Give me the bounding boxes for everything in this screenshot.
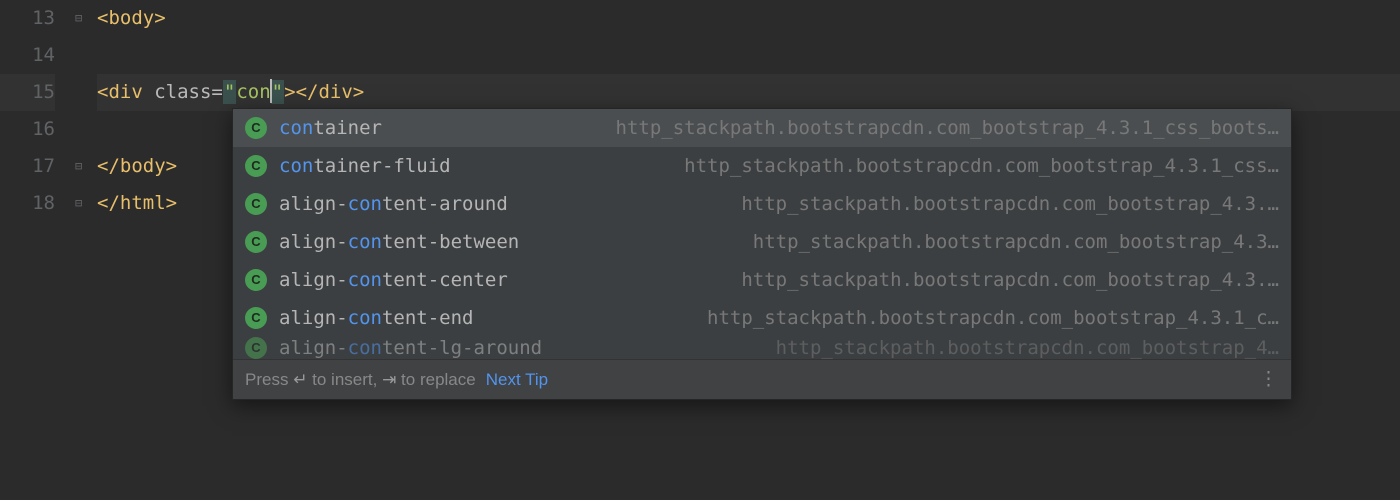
more-options-icon[interactable]: ⋮ [1259,361,1279,399]
autocomplete-item-source: http_stackpath.bootstrapcdn.com_bootstra… [741,185,1279,223]
autocomplete-item-label: align-content-end [279,299,473,337]
code-line-current: <div class="con"></div> [97,74,1400,111]
line-number: 18 [0,185,55,222]
line-number: 15 [0,74,55,111]
class-icon: C [245,117,267,139]
autocomplete-item-source: http_stackpath.bootstrapcdn.com_bootstra… [616,109,1279,147]
autocomplete-item-label: align-content-center [279,261,508,299]
class-icon: C [245,155,267,177]
autocomplete-item[interactable]: Calign-content-between http_stackpath.boo… [233,223,1291,261]
line-number-gutter: 13 14 15 16 17 18 [0,0,75,500]
autocomplete-footer: Press ↵ to insert, ⇥ to replace Next Tip… [233,359,1291,399]
autocomplete-item[interactable]: Calign-content-around http_stackpath.boot… [233,185,1291,223]
class-icon: C [245,337,267,359]
autocomplete-item[interactable]: Ccontainer http_stackpath.bootstrapcdn.co… [233,109,1291,147]
code-line [97,37,1400,74]
autocomplete-item-label: align-content-lg-around [279,337,542,359]
autocomplete-item[interactable]: Calign-content-center http_stackpath.boot… [233,261,1291,299]
autocomplete-item-source: http_stackpath.bootstrapcdn.com_bootstra… [776,337,1279,359]
line-number: 16 [0,111,55,148]
class-icon: C [245,193,267,215]
autocomplete-item-label: align-content-around [279,185,508,223]
class-icon: C [245,307,267,329]
footer-hint: Press ↵ to insert, ⇥ to replace [245,361,476,399]
autocomplete-item-label: container-fluid [279,147,451,185]
autocomplete-item-source: http_stackpath.bootstrapcdn.com_bootstra… [707,299,1279,337]
autocomplete-item[interactable]: Calign-content-lg-around http_stackpath.b… [233,337,1291,359]
line-number: 17 [0,148,55,185]
autocomplete-item-label: container [279,109,382,147]
autocomplete-popup: Ccontainer http_stackpath.bootstrapcdn.co… [232,108,1292,400]
text-caret [270,79,272,103]
class-icon: C [245,269,267,291]
line-number: 14 [0,37,55,74]
class-icon: C [245,231,267,253]
autocomplete-item-source: http_stackpath.bootstrapcdn.com_bootstra… [684,147,1279,185]
autocomplete-item[interactable]: Ccontainer-fluid http_stackpath.bootstrap… [233,147,1291,185]
next-tip-link[interactable]: Next Tip [486,361,548,399]
code-line: <body> [97,0,1400,37]
autocomplete-item-source: http_stackpath.bootstrapcdn.com_bootstra… [753,223,1279,261]
autocomplete-item-label: align-content-between [279,223,519,261]
autocomplete-item-source: http_stackpath.bootstrapcdn.com_bootstra… [741,261,1279,299]
line-number: 13 [0,0,55,37]
tab-key-icon: ⇥ [382,370,396,389]
enter-key-icon: ↵ [293,370,307,389]
autocomplete-item[interactable]: Calign-content-end http_stackpath.bootstr… [233,299,1291,337]
